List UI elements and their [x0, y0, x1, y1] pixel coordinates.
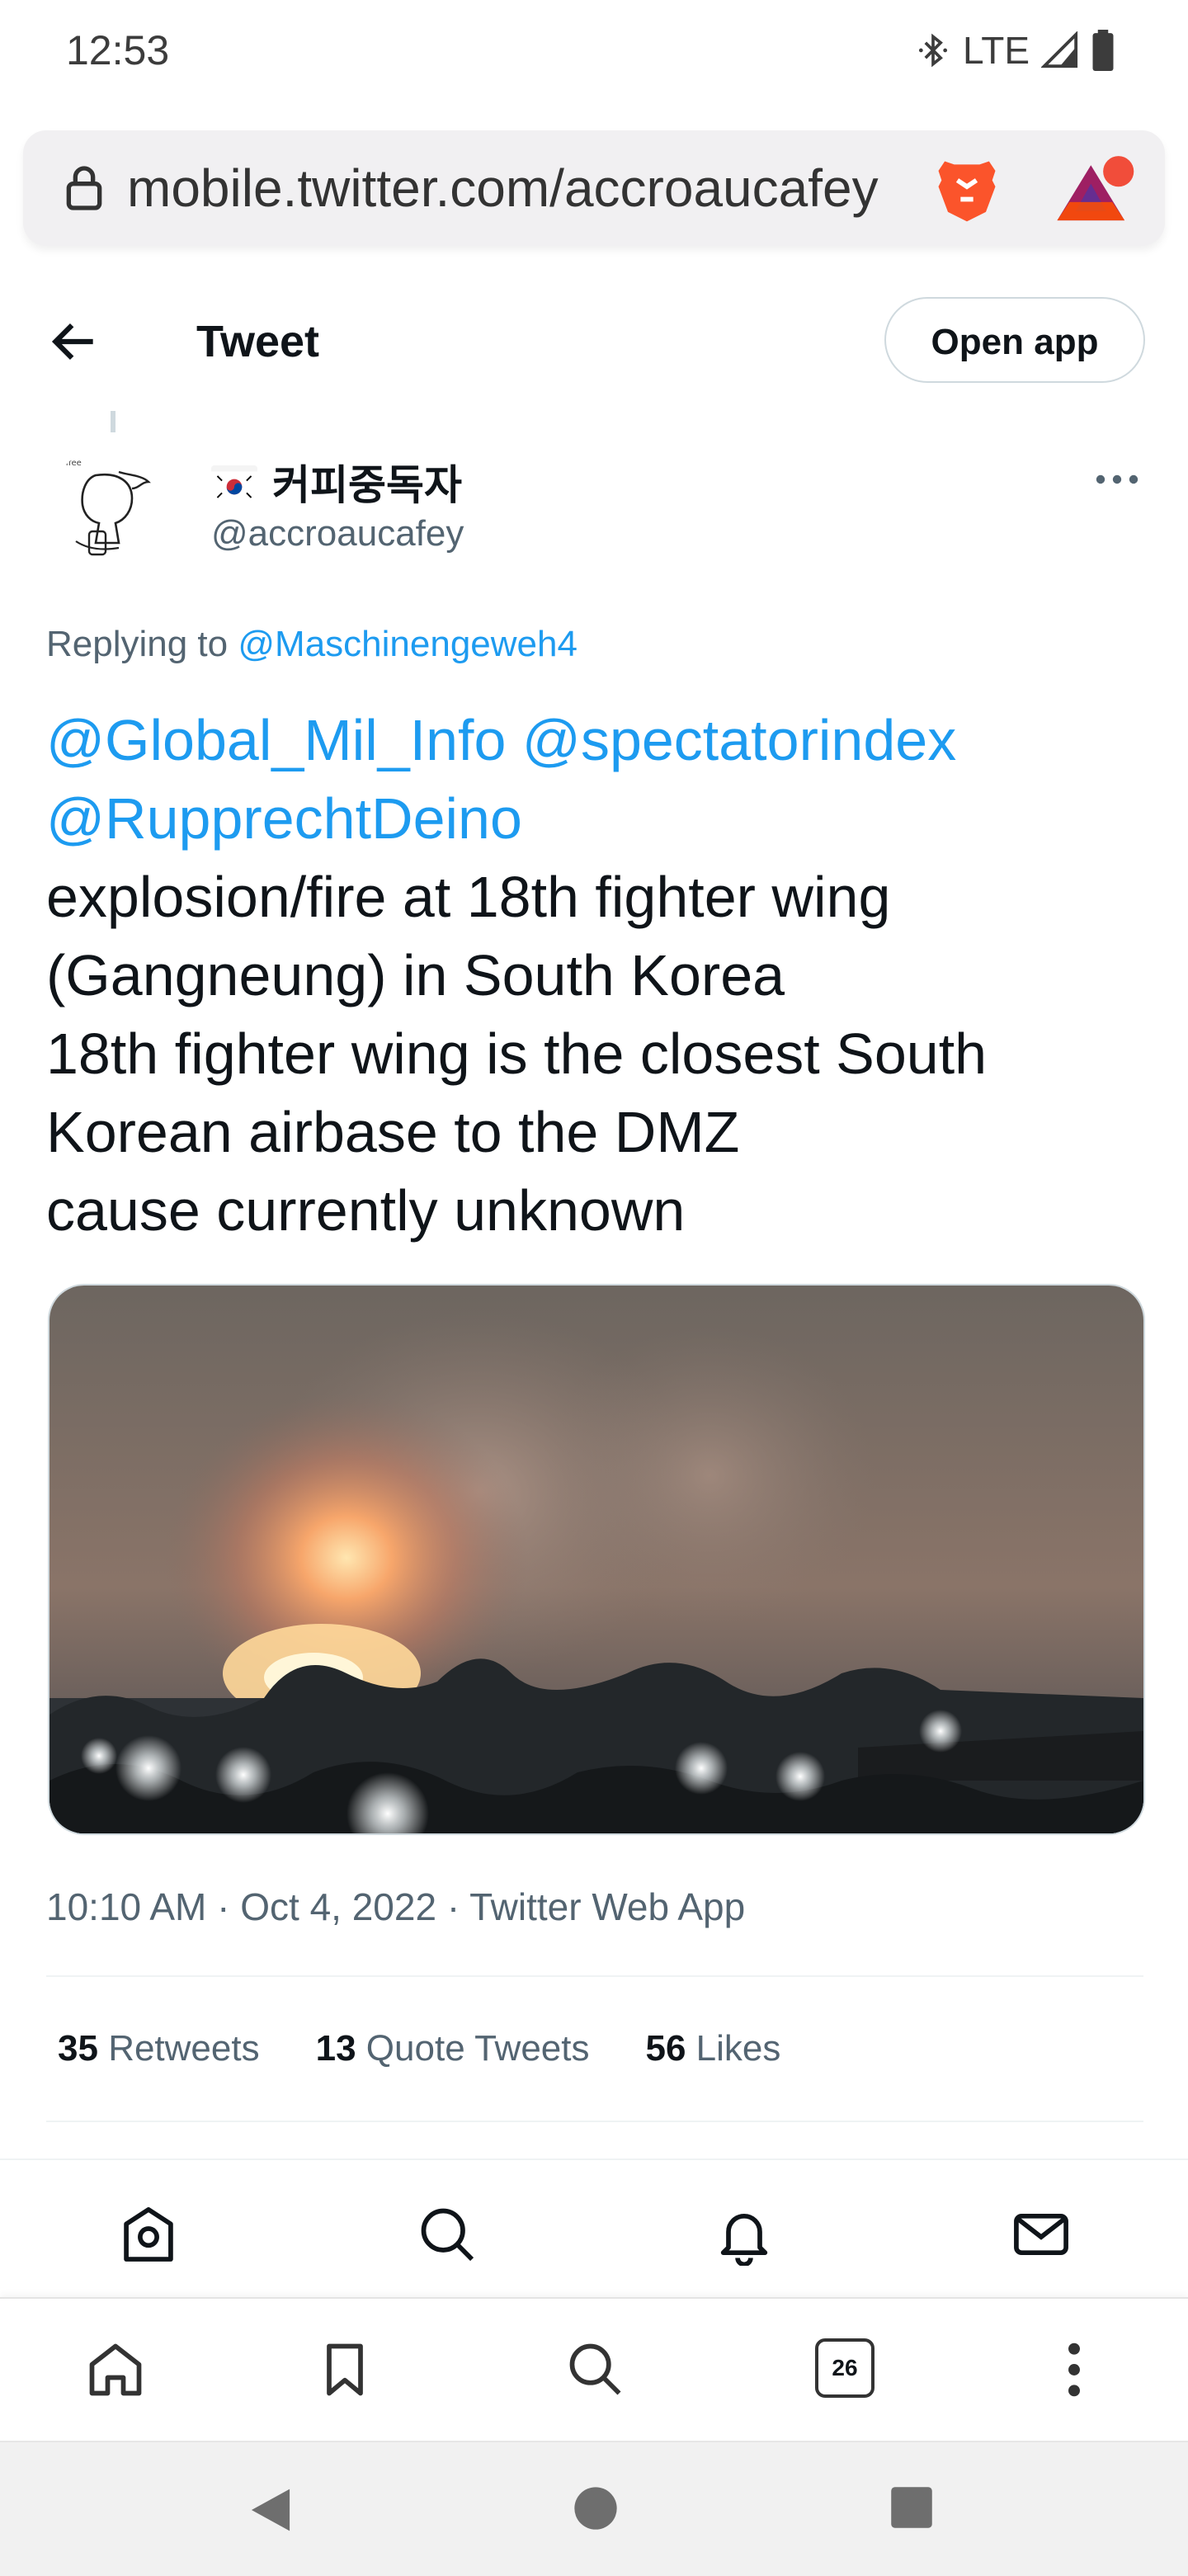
signal-icon — [1041, 31, 1078, 68]
tab-count: 26 — [832, 2355, 858, 2380]
home-icon[interactable] — [117, 2203, 180, 2266]
address-bar[interactable]: mobile.twitter.com/accroaucafey — [23, 130, 1165, 246]
bat-rewards-icon[interactable] — [1051, 152, 1137, 228]
retweets-stat[interactable]: 35 Retweets — [58, 2028, 260, 2069]
tweet-line: 18th fighter wing is the closest South — [46, 1021, 988, 1086]
url-text[interactable]: mobile.twitter.com/accroaucafey — [127, 130, 936, 246]
status-time: 12:53 — [66, 27, 170, 73]
tweet-line: cause currently unknown — [46, 1178, 686, 1243]
replying-to: Replying to @Maschinengeweh4 — [46, 624, 578, 665]
open-app-button[interactable]: Open app — [884, 297, 1145, 383]
explore-icon[interactable] — [416, 2203, 478, 2266]
likes-count: 56 — [645, 2028, 686, 2069]
quotes-count: 13 — [315, 2028, 356, 2069]
page-title: Tweet — [196, 317, 320, 366]
messages-icon[interactable] — [1010, 2203, 1072, 2266]
replying-to-link[interactable]: @Maschinengeweh4 — [238, 624, 578, 664]
quotes-label: Quote Tweets — [365, 2028, 590, 2069]
battery-icon — [1092, 30, 1114, 71]
retweets-label: Retweets — [108, 2028, 260, 2069]
menu-icon[interactable] — [1043, 2338, 1106, 2401]
status-icons: LTE — [915, 28, 1115, 73]
likes-stat[interactable]: 56 Likes — [645, 2028, 780, 2069]
mention-links-line1[interactable]: @Global_Mil_Info @spectatorindex — [46, 701, 1152, 780]
notifications-icon[interactable] — [713, 2203, 776, 2266]
divider — [46, 1975, 1143, 1977]
tweet-line: Korean airbase to the DMZ — [46, 1100, 740, 1164]
author-handle[interactable]: @accroaucafey — [211, 513, 464, 554]
mention-links-line2[interactable]: @RupprechtDeino — [46, 780, 1152, 858]
likes-label: Likes — [695, 2028, 781, 2069]
replying-prefix: Replying to — [46, 624, 229, 664]
twitter-bottom-nav — [0, 2158, 1188, 2300]
more-options-icon[interactable] — [1094, 467, 1140, 492]
android-nav-bar — [0, 2441, 1188, 2576]
tweet-stats: 35 Retweets 13 Quote Tweets 56 Likes — [58, 2028, 780, 2069]
thread-line — [111, 411, 116, 432]
android-back-icon[interactable] — [248, 2485, 294, 2535]
divider — [46, 2121, 1143, 2122]
lock-icon[interactable] — [58, 162, 111, 215]
browser-toolbar: 26 — [0, 2297, 1188, 2441]
search-icon[interactable] — [564, 2338, 627, 2401]
bluetooth-icon — [918, 33, 948, 68]
tweet-line: explosion/fire at 18th fighter wing — [46, 865, 891, 929]
browser-home-icon[interactable] — [84, 2338, 147, 2401]
tweet-media-image[interactable] — [48, 1284, 1145, 1835]
brave-lion-icon[interactable] — [929, 152, 1005, 228]
back-arrow-icon[interactable] — [46, 314, 102, 370]
tweet-timestamp[interactable]: 10:10 AM · Oct 4, 2022 · Twitter Web App — [46, 1885, 745, 1929]
svg-text:coffee: coffee — [56, 459, 82, 468]
author-display-name[interactable]: 커피중독자 — [272, 452, 462, 512]
author-name-row[interactable]: 커피중독자 — [211, 452, 462, 512]
quote-tweets-stat[interactable]: 13 Quote Tweets — [316, 2028, 590, 2069]
tabs-icon[interactable]: 26 — [815, 2338, 874, 2398]
retweets-count: 35 — [58, 2028, 98, 2069]
tweet-line: (Gangneung) in South Korea — [46, 943, 785, 1007]
android-home-icon[interactable] — [573, 2485, 619, 2531]
avatar[interactable]: coffee — [46, 446, 178, 578]
network-label: LTE — [963, 29, 1030, 72]
android-recents-icon[interactable] — [889, 2485, 934, 2530]
bookmark-icon[interactable] — [314, 2338, 376, 2401]
south-korea-flag-icon — [211, 465, 257, 502]
tweet-text: @Global_Mil_Info @spectatorindex @Ruppre… — [46, 701, 1152, 1250]
